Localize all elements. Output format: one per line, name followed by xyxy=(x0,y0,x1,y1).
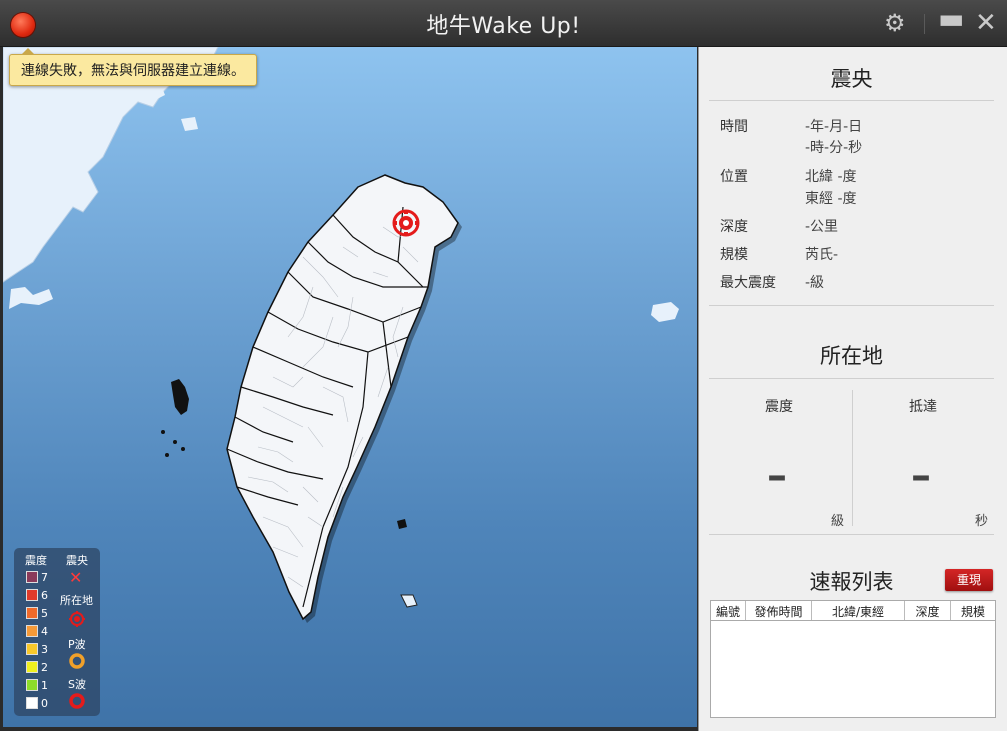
legend-swatch xyxy=(26,679,38,691)
legend-swatch xyxy=(26,625,38,637)
divider xyxy=(709,100,994,101)
legend-level-5: 5 xyxy=(26,606,48,620)
p-wave-ring-icon xyxy=(69,653,85,669)
local-arrival-label: 抵達 xyxy=(909,399,937,415)
column-header-time[interactable]: 發佈時間 xyxy=(746,603,811,620)
legend-intensity-header: 震度 xyxy=(25,554,47,567)
date-value: -年-月-日 xyxy=(805,119,863,135)
magnitude-label: 規模 xyxy=(720,247,748,263)
max-intensity-label: 最大震度 xyxy=(720,275,776,291)
legend-level-2: 2 xyxy=(26,660,48,674)
legend-swatch xyxy=(26,643,38,655)
reports-table-header: 編號 發佈時間 北緯/東經 深度 規模 xyxy=(711,601,995,621)
column-header-depth[interactable]: 深度 xyxy=(905,603,950,620)
location-marker xyxy=(392,209,420,237)
legend-level-0: 0 xyxy=(26,696,48,710)
legend-swatch xyxy=(26,589,38,601)
epicenter-title: 震央 xyxy=(830,67,873,91)
reports-table[interactable]: 編號 發佈時間 北緯/東經 深度 規模 xyxy=(710,600,996,718)
title-bar: 地牛Wake Up! ⚙ ▬ ✕ xyxy=(0,0,1007,47)
divider xyxy=(709,534,994,535)
local-arrival-unit: 秒 xyxy=(975,514,989,529)
info-panel: 震央 時間 -年-月-日 -時-分-秒 位置 北緯 -度 東經 -度 深度 -公… xyxy=(698,47,1007,731)
divider xyxy=(709,305,994,306)
magnitude-value: 芮氏- xyxy=(805,247,839,263)
china-island xyxy=(181,117,198,131)
legend-swatch xyxy=(26,571,38,583)
penghu-islands xyxy=(171,379,189,415)
close-icon[interactable]: ✕ xyxy=(975,10,997,36)
legend-location-label: 所在地 xyxy=(60,594,93,607)
column-header-coords[interactable]: 北緯/東經 xyxy=(812,603,904,620)
legend-level-7: 7 xyxy=(26,570,48,584)
location-target-icon xyxy=(69,611,85,627)
max-intensity-value: -級 xyxy=(805,275,825,291)
column-header-id[interactable]: 編號 xyxy=(711,603,745,620)
legend-level-1: 1 xyxy=(26,678,48,692)
local-intensity-label: 震度 xyxy=(765,399,793,415)
window-title: 地牛Wake Up! xyxy=(426,14,581,39)
legend-swatch xyxy=(26,661,38,673)
longitude-value: 東經 -度 xyxy=(805,191,857,207)
local-divider xyxy=(852,390,853,526)
epicenter-x-icon: ✕ xyxy=(69,568,83,587)
legend-level-6: 6 xyxy=(26,588,48,602)
legend-p-wave-label: P波 xyxy=(68,638,86,651)
time-value: -時-分-秒 xyxy=(805,140,863,156)
local-intensity-unit: 級 xyxy=(831,514,845,529)
time-label: 時間 xyxy=(720,119,748,135)
taiwan-map xyxy=(3,47,679,623)
s-wave-ring-icon xyxy=(69,693,85,709)
replay-button[interactable]: 重現 xyxy=(945,569,993,591)
legend-level-4: 4 xyxy=(26,624,48,638)
connection-error-toast: 連線失敗，無法與伺服器建立連線。 xyxy=(9,48,257,86)
green-island xyxy=(397,519,407,529)
legend-level-3: 3 xyxy=(26,642,48,656)
depth-value: -公里 xyxy=(805,219,839,235)
latitude-value: 北緯 -度 xyxy=(805,169,857,185)
gear-icon[interactable]: ⚙ xyxy=(884,10,906,36)
legend-swatch xyxy=(26,607,38,619)
map-legend: 震度 震央 7 6 5 4 3 2 1 0 ✕ 所在地 P波 S波 xyxy=(14,548,100,716)
divider xyxy=(709,378,994,379)
local-arrival-value: – xyxy=(911,453,931,499)
legend-s-wave-label: S波 xyxy=(68,678,86,691)
china-island xyxy=(9,287,53,309)
legend-epicenter-header: 震央 xyxy=(66,554,88,567)
map-view[interactable] xyxy=(3,47,697,727)
column-header-magnitude[interactable]: 規模 xyxy=(951,603,995,620)
legend-swatch xyxy=(26,697,38,709)
local-title: 所在地 xyxy=(820,344,883,368)
yonaguni-island xyxy=(651,302,679,322)
local-intensity-value: – xyxy=(767,453,787,499)
orchid-island xyxy=(400,594,418,608)
depth-label: 深度 xyxy=(720,219,748,235)
position-label: 位置 xyxy=(720,169,748,185)
titlebar-separator xyxy=(924,14,925,34)
minimize-icon[interactable]: ▬ xyxy=(938,5,964,33)
